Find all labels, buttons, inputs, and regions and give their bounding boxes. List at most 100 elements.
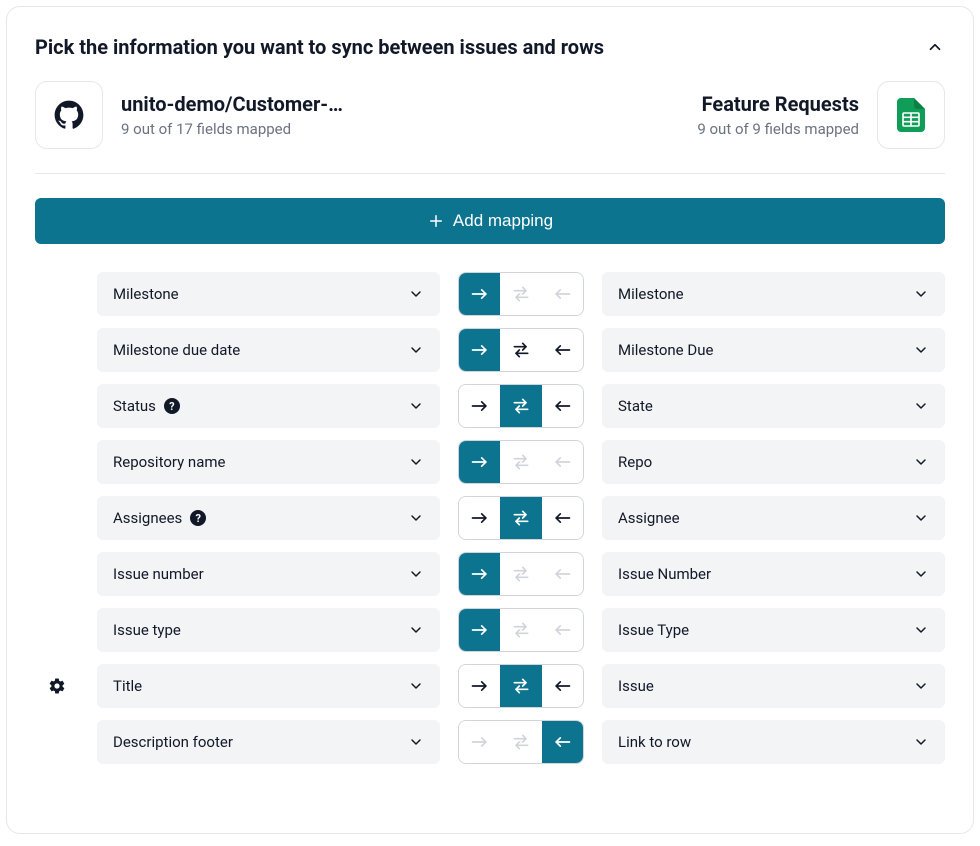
left-field-select[interactable]: Assignees? — [97, 496, 440, 540]
direction-right-button[interactable] — [459, 497, 500, 539]
direction-left-button[interactable] — [542, 665, 583, 707]
right-field-label: State — [618, 397, 653, 415]
left-field-select[interactable]: Milestone — [97, 272, 440, 316]
right-field-select[interactable]: Milestone — [602, 272, 945, 316]
direction-both-button[interactable] — [500, 665, 541, 707]
mapping-row: Description footer Link to row — [35, 720, 945, 764]
chevron-down-icon — [408, 398, 424, 414]
right-source: Feature Requests 9 out of 9 fields mappe… — [697, 81, 945, 149]
right-field-label: Milestone — [618, 285, 684, 303]
left-field-label: Status? — [113, 397, 180, 415]
left-field-select[interactable]: Title — [97, 664, 440, 708]
chevron-down-icon — [408, 566, 424, 582]
chevron-up-icon — [926, 38, 944, 56]
left-field-label: Title — [113, 677, 142, 695]
direction-right-button[interactable] — [459, 721, 500, 763]
direction-both-button[interactable] — [500, 385, 541, 427]
right-field-select[interactable]: Link to row — [602, 720, 945, 764]
direction-toggle — [458, 720, 584, 764]
plus-icon — [427, 212, 445, 230]
left-field-select[interactable]: Description footer — [97, 720, 440, 764]
direction-left-button[interactable] — [542, 441, 583, 483]
github-tool-icon — [35, 81, 103, 149]
direction-both-button[interactable] — [500, 553, 541, 595]
right-source-text: Feature Requests 9 out of 9 fields mappe… — [697, 92, 859, 138]
direction-left-button[interactable] — [542, 385, 583, 427]
chevron-down-icon — [408, 622, 424, 638]
chevron-down-icon — [408, 342, 424, 358]
left-source: unito-demo/Customer-… 9 out of 17 fields… — [35, 81, 343, 149]
mapping-row: Milestone Milestone — [35, 272, 945, 316]
right-field-label: Repo — [618, 453, 652, 471]
right-field-select[interactable]: State — [602, 384, 945, 428]
mapping-gear-slot[interactable] — [35, 677, 79, 695]
sources-row: unito-demo/Customer-… 9 out of 17 fields… — [35, 81, 945, 149]
card-title: Pick the information you want to sync be… — [35, 35, 604, 59]
mappings-list: Milestone Milestone Milestone due date Mile… — [35, 272, 945, 764]
direction-right-button[interactable] — [459, 553, 500, 595]
right-field-label: Issue Type — [618, 621, 689, 639]
direction-both-button[interactable] — [500, 721, 541, 763]
direction-right-button[interactable] — [459, 385, 500, 427]
chevron-down-icon — [408, 286, 424, 302]
left-field-select[interactable]: Milestone due date — [97, 328, 440, 372]
mapping-row: Issue number Issue Number — [35, 552, 945, 596]
direction-both-button[interactable] — [500, 273, 541, 315]
chevron-down-icon — [408, 678, 424, 694]
direction-right-button[interactable] — [459, 329, 500, 371]
collapse-toggle[interactable] — [925, 37, 945, 57]
left-field-label: Repository name — [113, 453, 225, 471]
right-field-select[interactable]: Issue — [602, 664, 945, 708]
direction-left-button[interactable] — [542, 721, 583, 763]
mapping-row: Title Issue — [35, 664, 945, 708]
google-sheets-icon — [897, 98, 925, 132]
direction-right-button[interactable] — [459, 273, 500, 315]
help-icon[interactable]: ? — [190, 510, 206, 526]
direction-left-button[interactable] — [542, 553, 583, 595]
left-field-label: Issue type — [113, 621, 181, 639]
direction-both-button[interactable] — [500, 329, 541, 371]
right-source-name: Feature Requests — [702, 92, 859, 116]
chevron-down-icon — [913, 510, 929, 526]
right-field-select[interactable]: Repo — [602, 440, 945, 484]
add-mapping-button[interactable]: Add mapping — [35, 198, 945, 244]
right-field-label: Assignee — [618, 509, 680, 527]
mapping-row: Repository name Repo — [35, 440, 945, 484]
left-field-select[interactable]: Issue type — [97, 608, 440, 652]
right-field-select[interactable]: Issue Type — [602, 608, 945, 652]
mapping-row: Issue type Issue Type — [35, 608, 945, 652]
mapping-row: Status? State — [35, 384, 945, 428]
direction-right-button[interactable] — [459, 441, 500, 483]
direction-left-button[interactable] — [542, 497, 583, 539]
chevron-down-icon — [913, 678, 929, 694]
direction-both-button[interactable] — [500, 441, 541, 483]
direction-right-button[interactable] — [459, 609, 500, 651]
right-field-select[interactable]: Milestone Due — [602, 328, 945, 372]
direction-left-button[interactable] — [542, 273, 583, 315]
left-field-select[interactable]: Issue number — [97, 552, 440, 596]
direction-left-button[interactable] — [542, 329, 583, 371]
right-field-select[interactable]: Assignee — [602, 496, 945, 540]
sheets-tool-icon — [877, 81, 945, 149]
left-field-label: Description footer — [113, 733, 233, 751]
left-source-name: unito-demo/Customer-… — [121, 92, 343, 116]
chevron-down-icon — [913, 286, 929, 302]
right-field-select[interactable]: Issue Number — [602, 552, 945, 596]
chevron-down-icon — [408, 734, 424, 750]
direction-toggle — [458, 664, 584, 708]
direction-both-button[interactable] — [500, 497, 541, 539]
chevron-down-icon — [913, 734, 929, 750]
direction-left-button[interactable] — [542, 609, 583, 651]
direction-both-button[interactable] — [500, 609, 541, 651]
left-field-select[interactable]: Repository name — [97, 440, 440, 484]
right-field-label: Issue — [618, 677, 654, 695]
direction-toggle — [458, 440, 584, 484]
direction-toggle — [458, 552, 584, 596]
mapping-row: Assignees? Assignee — [35, 496, 945, 540]
github-icon — [54, 100, 84, 130]
left-field-select[interactable]: Status? — [97, 384, 440, 428]
left-source-sub: 9 out of 17 fields mapped — [121, 120, 343, 138]
direction-toggle — [458, 384, 584, 428]
direction-right-button[interactable] — [459, 665, 500, 707]
help-icon[interactable]: ? — [164, 398, 180, 414]
